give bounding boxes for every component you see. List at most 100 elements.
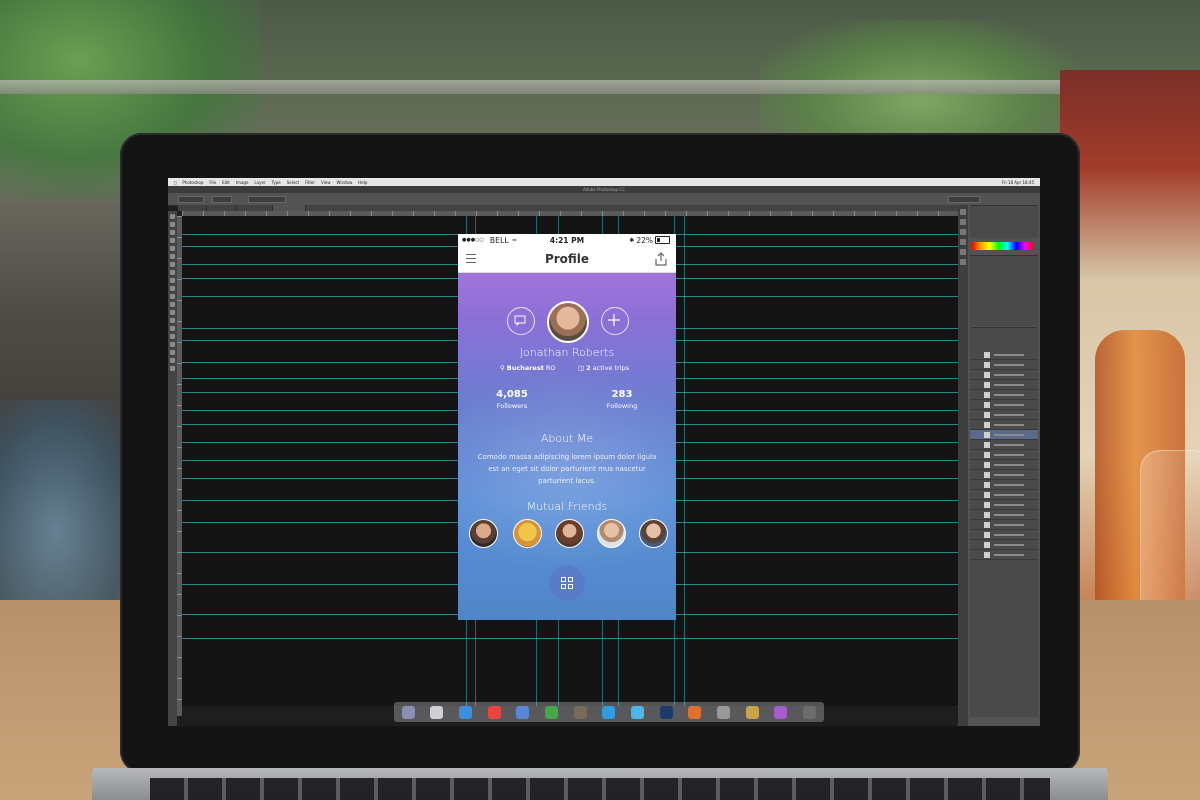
pen-tool-icon[interactable] [170, 326, 175, 331]
following-count[interactable]: 283 [592, 389, 652, 400]
messages-icon[interactable] [545, 705, 559, 719]
phone-artboard[interactable]: ●●●○○ BELL ≈ 4:21 PM ✱ 22% Profile Jonat… [458, 234, 676, 620]
gradient-tool-icon[interactable] [170, 302, 175, 307]
layer-row[interactable] [970, 440, 1038, 450]
layer-row[interactable] [970, 390, 1038, 400]
brush-panel-icon[interactable] [960, 239, 966, 245]
contacts-icon[interactable] [573, 705, 587, 719]
heal-tool-icon[interactable] [170, 262, 175, 267]
brush-tool-icon[interactable] [170, 270, 175, 275]
layer-row[interactable] [970, 380, 1038, 390]
itunes-icon[interactable] [774, 705, 788, 719]
notes-icon[interactable] [745, 705, 759, 719]
menu-window[interactable]: Window [337, 180, 353, 185]
stamp-tool-icon[interactable] [170, 278, 175, 283]
options-field[interactable] [212, 196, 232, 203]
options-field[interactable] [178, 196, 204, 203]
followers-count[interactable]: 4,085 [482, 389, 542, 400]
layer-row[interactable] [970, 370, 1038, 380]
layer-row[interactable] [970, 360, 1038, 370]
properties-panel-icon[interactable] [960, 219, 966, 225]
options-field[interactable] [248, 196, 286, 203]
wand-tool-icon[interactable] [170, 238, 175, 243]
workspace-select[interactable] [948, 196, 980, 203]
eraser-tool-icon[interactable] [170, 294, 175, 299]
layers-panel[interactable] [970, 327, 1038, 717]
layer-row[interactable] [970, 450, 1038, 460]
blur-tool-icon[interactable] [170, 310, 175, 315]
layer-row[interactable] [970, 480, 1038, 490]
zoom-tool-icon[interactable] [170, 366, 175, 371]
crop-tool-icon[interactable] [170, 246, 175, 251]
layer-row[interactable] [970, 500, 1038, 510]
layer-row[interactable] [970, 410, 1038, 420]
menu-layer[interactable]: Layer [254, 180, 265, 185]
share-icon[interactable] [654, 252, 668, 266]
preferences-icon[interactable] [717, 705, 731, 719]
layer-row[interactable] [970, 400, 1038, 410]
trips-label: active trips [592, 364, 630, 372]
following-label: Following [606, 402, 638, 410]
lasso-tool-icon[interactable] [170, 230, 175, 235]
layer-row[interactable] [970, 460, 1038, 470]
photoshop-icon[interactable] [659, 705, 673, 719]
layer-row[interactable] [970, 520, 1038, 530]
menu-help[interactable]: Help [358, 180, 367, 185]
chrome-icon[interactable] [487, 705, 501, 719]
shape-tool-icon[interactable] [170, 350, 175, 355]
finder-icon[interactable] [401, 705, 415, 719]
grid-menu-button[interactable] [549, 565, 585, 601]
friend-avatar[interactable] [555, 519, 584, 548]
layer-row[interactable] [970, 550, 1038, 560]
friend-avatar[interactable] [469, 519, 498, 548]
dodge-tool-icon[interactable] [170, 318, 175, 323]
skype-icon[interactable] [631, 705, 645, 719]
move-tool-icon[interactable] [170, 214, 175, 219]
menu-view[interactable]: View [321, 180, 331, 185]
paragraph-panel-icon[interactable] [960, 259, 966, 265]
safari-icon[interactable] [459, 705, 473, 719]
color-panel[interactable] [970, 205, 1038, 238]
menu-edit[interactable]: Edit [222, 180, 230, 185]
apple-icon[interactable]:  [174, 180, 176, 185]
message-button[interactable] [507, 307, 535, 335]
status-time: 4:21 PM [549, 235, 585, 245]
layer-row-selected[interactable] [970, 430, 1038, 440]
add-friend-button[interactable] [601, 307, 629, 335]
layer-row[interactable] [970, 530, 1038, 540]
layer-row[interactable] [970, 350, 1038, 360]
trips-info[interactable]: ◫ 2 active trips [578, 364, 629, 372]
menu-file[interactable]: File [209, 180, 216, 185]
menu-filter[interactable]: Filter [305, 180, 315, 185]
appstore-icon[interactable] [602, 705, 616, 719]
character-panel[interactable] [970, 255, 1038, 326]
friend-avatar[interactable] [639, 519, 668, 548]
layer-row[interactable] [970, 420, 1038, 430]
layer-row[interactable] [970, 540, 1038, 550]
eyedropper-tool-icon[interactable] [170, 254, 175, 259]
path-select-icon[interactable] [170, 342, 175, 347]
menubar-clock[interactable]: Fri 18 Apr 18:45 [1002, 180, 1034, 185]
friend-avatar[interactable] [597, 519, 626, 548]
mail-icon[interactable] [516, 705, 530, 719]
trash-icon[interactable] [803, 705, 817, 719]
menu-select[interactable]: Select [287, 180, 299, 185]
history-panel-icon[interactable] [960, 209, 966, 215]
avatar[interactable] [547, 301, 589, 343]
menu-type[interactable]: Type [272, 180, 281, 185]
marquee-tool-icon[interactable] [170, 222, 175, 227]
illustrator-icon[interactable] [688, 705, 702, 719]
color-spectrum[interactable] [972, 242, 1034, 250]
hand-tool-icon[interactable] [170, 358, 175, 363]
layer-row[interactable] [970, 510, 1038, 520]
launchpad-icon[interactable] [430, 705, 444, 719]
history-brush-icon[interactable] [170, 286, 175, 291]
menu-photoshop[interactable]: Photoshop [182, 180, 203, 185]
info-panel-icon[interactable] [960, 229, 966, 235]
character-panel-icon[interactable] [960, 249, 966, 255]
layer-row[interactable] [970, 470, 1038, 480]
menu-image[interactable]: Image [236, 180, 249, 185]
friend-avatar[interactable] [513, 519, 542, 548]
type-tool-icon[interactable] [170, 334, 175, 339]
layer-row[interactable] [970, 490, 1038, 500]
